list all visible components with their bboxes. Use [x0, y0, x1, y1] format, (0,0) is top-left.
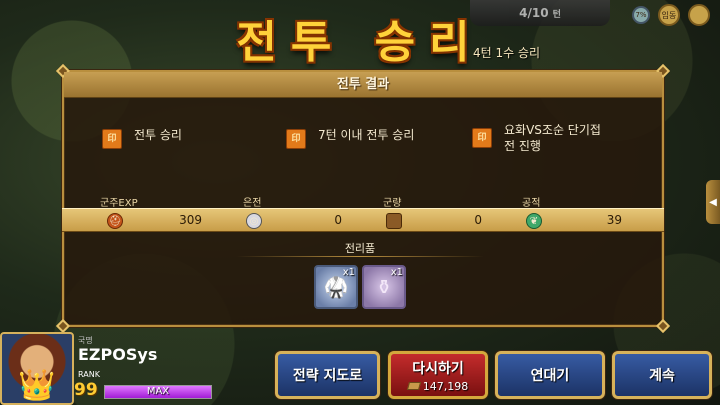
- jade-merit-icon: ❦: [526, 213, 542, 229]
- mission-label: 7턴 이내 전투 승리: [318, 128, 415, 142]
- player-name: EZPOSys: [78, 345, 158, 364]
- loot-item[interactable]: ⚱ x1: [362, 265, 406, 309]
- panel-header: 전투 결과: [64, 72, 662, 98]
- seal-icon: 印: [102, 129, 122, 149]
- stat-value-silver: 0: [334, 213, 342, 227]
- stat-value-merit: 39: [606, 213, 622, 227]
- victory-title: 전투 승리: [236, 17, 484, 68]
- gourd-vase-icon: ⚱: [375, 275, 393, 299]
- loot-divider: [236, 256, 484, 257]
- retry-button[interactable]: 다시하기 147,198: [388, 351, 488, 399]
- victory-subtitle: 4턴 1수 승리: [473, 46, 541, 60]
- mission-item: 印 전투 승리: [102, 127, 182, 149]
- grain-icon: [406, 382, 421, 390]
- stat-value-exp: 309: [179, 213, 202, 227]
- grain-sack-icon: [386, 213, 402, 229]
- mission-label-line2: 전 진행: [504, 139, 541, 153]
- seal-icon: 印: [472, 128, 492, 148]
- rank-value: 99: [74, 380, 98, 400]
- continue-label: 계속: [649, 368, 675, 384]
- stat-value-grain: 0: [474, 213, 482, 227]
- chronicle-label: 연대기: [530, 368, 570, 384]
- loot-qty: x1: [342, 267, 355, 278]
- seal-icon: 印: [286, 129, 306, 149]
- strategy-map-label: 전략 지도로: [292, 368, 363, 384]
- continue-button[interactable]: 계속: [612, 351, 712, 399]
- stat-label-silver: 은전: [243, 198, 262, 209]
- mission-item: 印 7턴 이내 전투 승리: [286, 127, 414, 149]
- chronicle-button[interactable]: 연대기: [495, 351, 605, 399]
- chevron-left-icon: ◀: [709, 196, 717, 208]
- rank-label: RANK: [78, 370, 100, 379]
- retry-cost: 147,198: [406, 379, 469, 393]
- stat-label-grain: 군량: [383, 198, 402, 209]
- mission-label: 전투 승리: [134, 128, 182, 142]
- strategy-map-button[interactable]: 전략 지도로: [275, 351, 380, 399]
- loot-item[interactable]: 🥋 x1: [314, 265, 358, 309]
- retry-cost-value: 147,198: [422, 379, 469, 393]
- side-panel-toggle[interactable]: ◀: [706, 180, 720, 224]
- retry-label: 다시하기: [412, 360, 464, 377]
- mission-label-line1: 요화VS조순 단기접: [504, 123, 601, 137]
- stat-label-exp: 군주EXP: [100, 198, 138, 209]
- exp-helmet-icon: ⛑: [107, 213, 123, 229]
- player-avatar[interactable]: 👑: [0, 332, 74, 405]
- silver-coin-icon: ◎: [246, 213, 262, 229]
- loot-title: 전리품: [344, 242, 376, 255]
- armor-robe-icon: 🥋: [323, 275, 349, 299]
- mission-item: 印 요화VS조순 단기접 전 진행: [472, 122, 601, 154]
- loot-qty: x1: [390, 267, 403, 278]
- stat-label-merit: 공적: [522, 198, 541, 209]
- reward-stat-bar: ⛑ 309 ◎ 0 0 ❦ 39: [62, 208, 664, 232]
- exp-bar-text: MAX: [146, 386, 170, 397]
- general-portrait-icon: 👑: [18, 368, 56, 403]
